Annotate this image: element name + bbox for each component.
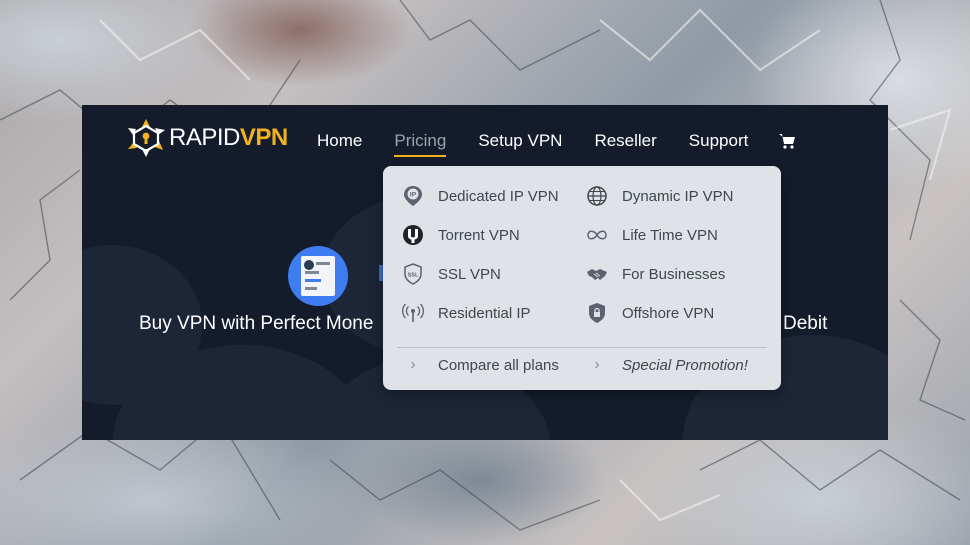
svg-text:IP: IP bbox=[410, 192, 417, 199]
special-promotion-link[interactable]: › Special Promotion! bbox=[585, 356, 748, 374]
payment-card-image bbox=[301, 256, 335, 296]
menu-item-label: Life Time VPN bbox=[622, 226, 718, 244]
ssl-shield-icon: SSL bbox=[401, 262, 425, 286]
menu-item-label: Residential IP bbox=[438, 304, 531, 322]
main-nav: Home Pricing Setup VPN Reseller Support bbox=[317, 131, 796, 157]
pricing-dropdown-menu: IP Dedicated IP VPN Torrent VPN SSL SSL … bbox=[383, 166, 781, 390]
ip-pin-icon: IP bbox=[401, 184, 425, 208]
rapidvpn-logo-icon bbox=[128, 119, 165, 157]
nav-setup-vpn[interactable]: Setup VPN bbox=[478, 131, 562, 151]
menu-item-dynamic-ip-vpn[interactable]: Dynamic IP VPN bbox=[585, 184, 733, 208]
menu-item-offshore-vpn[interactable]: Offshore VPN bbox=[585, 301, 714, 325]
globe-icon bbox=[585, 184, 609, 208]
brand-logo[interactable]: RAPIDVPN bbox=[125, 117, 288, 159]
lock-shield-icon bbox=[585, 301, 609, 325]
menu-item-ssl-vpn[interactable]: SSL SSL VPN bbox=[401, 262, 501, 286]
hero-headline-end: Debit bbox=[783, 313, 828, 334]
hero-headline: Buy VPN with Perfect Mone bbox=[139, 313, 374, 334]
nav-support[interactable]: Support bbox=[689, 131, 749, 151]
menu-item-label: Offshore VPN bbox=[622, 304, 715, 322]
menu-divider bbox=[397, 347, 767, 348]
infinity-icon bbox=[585, 223, 609, 247]
menu-item-label: Torrent VPN bbox=[438, 226, 520, 244]
menu-item-residential-ip[interactable]: Residential IP bbox=[401, 301, 531, 325]
menu-item-dedicated-ip-vpn[interactable]: IP Dedicated IP VPN bbox=[401, 184, 559, 208]
compare-all-plans-label: Compare all plans bbox=[438, 356, 559, 374]
svg-text:SSL: SSL bbox=[408, 273, 419, 279]
menu-item-label: Dedicated IP VPN bbox=[438, 187, 559, 205]
menu-item-torrent-vpn[interactable]: Torrent VPN bbox=[401, 223, 520, 247]
cart-icon[interactable] bbox=[778, 133, 796, 149]
nav-pricing[interactable]: Pricing bbox=[394, 131, 446, 157]
compare-all-plans-link[interactable]: › Compare all plans bbox=[401, 356, 559, 374]
menu-item-life-time-vpn[interactable]: Life Time VPN bbox=[585, 223, 718, 247]
menu-item-label: SSL VPN bbox=[438, 265, 501, 283]
payment-methods-icon bbox=[288, 246, 348, 306]
antenna-icon bbox=[401, 301, 425, 325]
nav-reseller[interactable]: Reseller bbox=[594, 131, 656, 151]
nav-home[interactable]: Home bbox=[317, 131, 362, 151]
special-promotion-label: Special Promotion! bbox=[622, 356, 748, 374]
chevron-right-icon: › bbox=[594, 356, 600, 373]
menu-item-label: For Businesses bbox=[622, 265, 726, 283]
torrent-icon bbox=[401, 223, 425, 247]
menu-item-label: Dynamic IP VPN bbox=[622, 187, 734, 205]
menu-item-for-businesses[interactable]: For Businesses bbox=[585, 262, 725, 286]
chevron-right-icon: › bbox=[410, 356, 416, 373]
brand-name: RAPIDVPN bbox=[169, 124, 288, 151]
handshake-icon bbox=[585, 262, 609, 286]
